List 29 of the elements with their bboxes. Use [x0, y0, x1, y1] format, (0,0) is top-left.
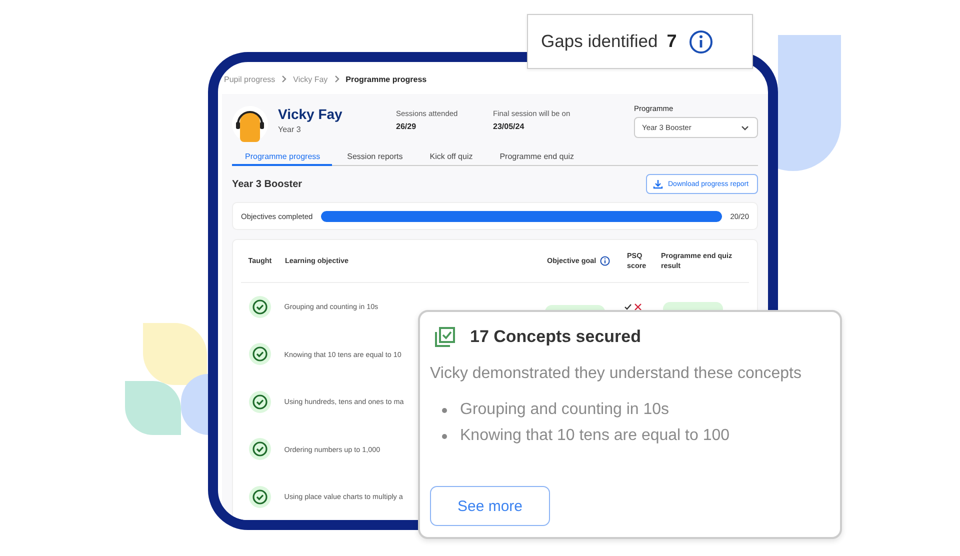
section-title: Year 3 Booster: [232, 178, 302, 190]
tab[interactable]: Programme end quiz: [486, 152, 586, 166]
stacked-check-icon: [434, 326, 456, 348]
tab[interactable]: Kick off quiz: [416, 152, 485, 166]
breadcrumb-link[interactable]: Programme progress: [346, 74, 427, 84]
breadcrumb-link[interactable]: Vicky Fay: [293, 74, 328, 84]
bullet-icon: [442, 408, 447, 412]
breadcrumb-link[interactable]: Pupil progress: [224, 74, 276, 84]
concept-item: Knowing that 10 tens are equal to 100: [460, 427, 730, 445]
info-icon[interactable]: [688, 30, 713, 54]
stat-value: 26/29: [396, 122, 418, 131]
see-more-button[interactable]: See more: [430, 486, 550, 526]
stat-value: 23/05/24: [493, 122, 526, 131]
chevron-icon: [281, 75, 288, 83]
concept-item: Grouping and counting in 10s: [460, 401, 670, 419]
chevron-icon: [334, 75, 340, 83]
bullet-icon: [442, 434, 447, 438]
tab[interactable]: Programme progress: [232, 152, 332, 166]
card-title: 17 Concepts secured: [470, 327, 642, 347]
download-icon: [653, 179, 663, 189]
chevron-down-icon: [741, 124, 749, 130]
gaps-label: Gaps identified: [541, 31, 658, 52]
pupil-name: Vicky Fay: [278, 106, 344, 122]
pupil-year: Year 3: [278, 125, 302, 134]
tab[interactable]: Session reports: [334, 152, 415, 166]
info-icon[interactable]: [600, 256, 610, 266]
avatar-drawing: [232, 104, 268, 144]
gaps-count: 7: [666, 31, 677, 52]
card-description: Vicky demonstrated they understand these concepts: [430, 365, 802, 383]
